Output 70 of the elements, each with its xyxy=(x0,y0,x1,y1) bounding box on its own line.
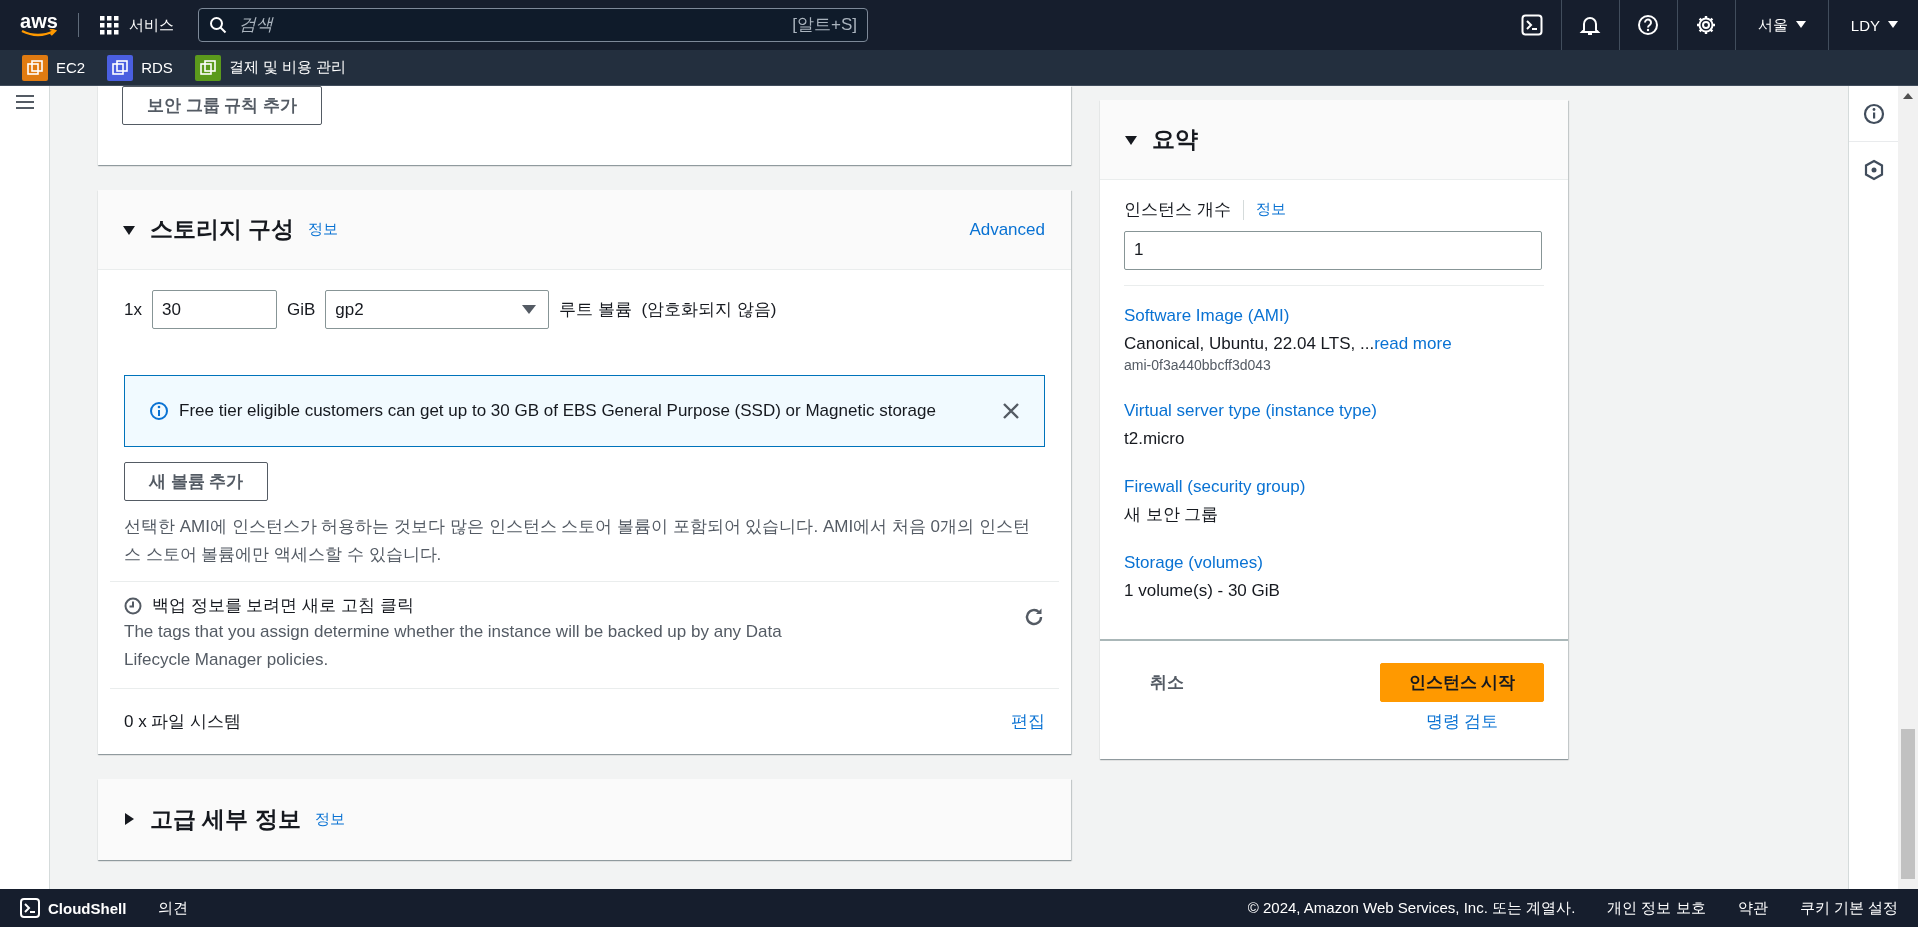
clock-icon xyxy=(124,597,142,615)
info-link[interactable]: 정보 xyxy=(308,220,339,239)
volume-description: 루트 볼륨 (암호화되지 않음) xyxy=(559,298,777,321)
aws-logo[interactable]: aws xyxy=(20,13,79,37)
info-link[interactable]: 정보 xyxy=(314,810,345,829)
summary-title: 요약 xyxy=(1152,125,1198,154)
storage-title: 스토리지 구성 xyxy=(150,215,295,244)
backup-title: 백업 정보를 보려면 새로 고침 클릭 xyxy=(152,595,414,618)
hexagon-icon[interactable] xyxy=(1862,159,1885,181)
summary-item-value: 새 보안 그룹 xyxy=(1124,504,1219,526)
cancel-button[interactable]: 취소 xyxy=(1124,662,1210,702)
scroll-up-arrow-icon[interactable] xyxy=(1903,92,1913,100)
search-icon xyxy=(209,16,227,34)
add-security-group-rule-button[interactable]: 보안 그룹 규칙 추가 xyxy=(122,86,323,125)
footer-link[interactable]: 약관 xyxy=(1737,898,1768,918)
note-text: 선택한 AMI에 인스턴스가 허용하는 것보다 많은 인스턴스 스토어 볼륨이 포함되어 있습니다. AMI에서 처음 0개의 인스턴스 스토어 볼륨에만 액세스할 수 있습니다. xyxy=(124,516,1031,567)
ami-id: ami-0f3a440bbcff3d043 xyxy=(1124,355,1272,375)
help-icon[interactable] xyxy=(1637,14,1660,36)
add-volume-button[interactable]: 새 볼륨 추가 xyxy=(124,462,269,501)
info-icon xyxy=(149,401,169,421)
copyright-text: © 2024, Amazon Web Services, Inc. 또는 계열사. xyxy=(1247,898,1576,918)
menu-icon[interactable] xyxy=(14,94,35,110)
info-link[interactable]: 정보 xyxy=(1255,200,1286,220)
favorite-service-link[interactable]: 결제 및 비용 관리 xyxy=(194,54,347,81)
favorite-service-link[interactable]: RDS xyxy=(107,54,173,81)
summary-item-value: 1 volume(s) - 30 GiB xyxy=(1124,579,1280,602)
edit-link[interactable]: 편집 xyxy=(1011,710,1045,733)
scrollbar-thumb[interactable] xyxy=(1901,729,1915,879)
review-commands-link[interactable]: 명령 검토 xyxy=(1425,709,1499,733)
caret-down-icon xyxy=(1888,21,1898,29)
terminal-icon[interactable] xyxy=(20,898,40,918)
volume-multiplier: 1x xyxy=(124,298,142,321)
instance-count-input[interactable]: 1 xyxy=(1124,230,1542,270)
summary-item-link[interactable]: Firewall (security group) xyxy=(1124,477,1544,497)
summary-item-link[interactable]: Virtual server type (instance type) xyxy=(1124,401,1544,422)
settings-icon[interactable] xyxy=(1695,14,1718,36)
size-unit: GiB xyxy=(286,298,316,321)
services-menu[interactable]: 서비스 xyxy=(129,15,174,35)
advanced-details-header[interactable]: 고급 세부 정보 정보 xyxy=(98,779,1071,860)
caret-icon[interactable] xyxy=(122,812,136,827)
backup-description: The tags that you assign determine whether the instance will be backed up by any Data Lifecycle Manager policies. xyxy=(124,620,783,671)
favorite-service-link[interactable]: EC2 xyxy=(22,54,86,81)
grid-icon[interactable] xyxy=(99,15,119,35)
footer-link[interactable]: 쿠키 기본 설정 xyxy=(1799,898,1898,918)
file-systems-label: 0 x 파일 시스템 xyxy=(124,710,242,733)
info-icon[interactable] xyxy=(1862,102,1885,125)
volume-size-input[interactable]: 30 xyxy=(151,290,277,329)
alert-message: Free tier eligible customers can get up to 30 GB of EBS General Purpose (SSD) or Magnetic storage xyxy=(179,400,936,423)
volume-type-select[interactable]: gp2 xyxy=(325,290,550,329)
read-more-link[interactable]: read more xyxy=(1374,333,1452,354)
summary-item-value: Canonical, Ubuntu, 22.04 LTS, ... xyxy=(1124,332,1375,355)
caret-down-icon xyxy=(1795,21,1806,29)
search-field[interactable]: 검색 [알트+S] xyxy=(198,8,868,42)
footer-link[interactable]: 개인 정보 보호 xyxy=(1607,898,1706,918)
feedback-link[interactable]: 의견 xyxy=(158,898,189,918)
summary-item-value: t2.micro xyxy=(1124,428,1185,451)
search-input[interactable]: 검색 xyxy=(237,14,783,36)
summary-item-link[interactable]: Software Image (AMI) xyxy=(1124,305,1544,326)
advanced-link[interactable]: Advanced xyxy=(969,219,1045,240)
cloudshell-link[interactable]: CloudShell xyxy=(48,899,127,917)
terminal-icon[interactable] xyxy=(1521,14,1544,36)
close-icon[interactable] xyxy=(1002,402,1020,420)
summary-item-link[interactable]: Storage (volumes) xyxy=(1124,552,1544,573)
caret-down-icon xyxy=(522,304,537,315)
shortcut-hint: [알트+S] xyxy=(792,14,857,37)
launch-instance-button[interactable]: 인스턴스 시작 xyxy=(1380,662,1544,702)
instance-count-label: 인스턴스 개수 xyxy=(1124,199,1231,221)
advanced-details-title: 고급 세부 정보 xyxy=(150,805,301,834)
account-menu[interactable]: LDY xyxy=(1828,0,1902,50)
bell-icon[interactable] xyxy=(1579,14,1602,36)
